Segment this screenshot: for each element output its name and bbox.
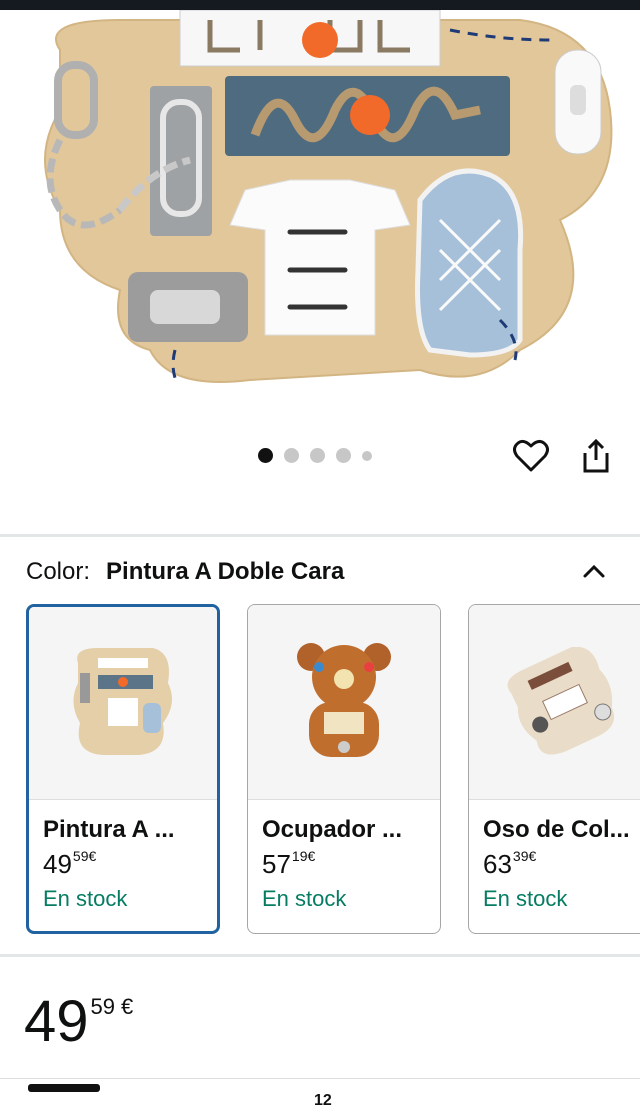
carousel-dot-4[interactable]: [336, 448, 351, 463]
variant-card[interactable]: Ocupador ... 5719€ En stock: [247, 604, 441, 934]
cart-count-badge[interactable]: 12: [314, 1092, 332, 1110]
variant-thumbnail: [469, 605, 640, 800]
share-icon[interactable]: [576, 436, 616, 476]
color-selector-header: Color: Pintura A Doble Cara: [26, 558, 344, 586]
variant-name: Oso de Col...: [483, 816, 630, 843]
heart-icon[interactable]: [511, 436, 551, 476]
variant-price: 5719€: [262, 848, 316, 879]
price-currency: €: [121, 994, 134, 1019]
variant-name: Pintura A ...: [43, 816, 175, 843]
product-main-image[interactable]: [0, 10, 640, 420]
variant-stock-status: En stock: [262, 886, 347, 911]
variant-name: Ocupador ...: [262, 816, 403, 843]
variant-card[interactable]: Pintura A ... 4959€ En stock: [26, 604, 220, 934]
section-divider: [0, 954, 640, 957]
carousel-dot-5[interactable]: [362, 450, 372, 461]
color-label: Color:: [26, 558, 91, 585]
chevron-up-icon[interactable]: [578, 556, 610, 588]
variant-price: 4959€: [43, 848, 97, 879]
carousel-dot-1[interactable]: [258, 448, 273, 463]
product-price: 49 59 €: [24, 988, 133, 1055]
carousel-dot-2[interactable]: [284, 448, 299, 463]
bottom-nav-indicator: [28, 1084, 100, 1092]
variant-stock-status: En stock: [483, 886, 568, 911]
variant-price: 6339€: [483, 848, 537, 879]
variant-thumbnail: [29, 607, 217, 800]
variant-thumbnail: [248, 605, 440, 800]
variant-card[interactable]: Oso de Col... 6339€ En stock: [468, 604, 640, 934]
busy-board-illustration: [44, 10, 613, 386]
variant-stock-status: En stock: [43, 886, 128, 911]
status-bar: [0, 0, 640, 10]
price-cents: 59: [90, 994, 115, 1019]
carousel-dot-3[interactable]: [310, 448, 325, 463]
image-carousel-dots[interactable]: [258, 448, 372, 463]
price-whole: 49: [24, 989, 89, 1054]
section-divider: [0, 534, 640, 537]
selected-color-name: Pintura A Doble Cara: [106, 558, 345, 585]
color-variants-list[interactable]: Pintura A ... 4959€ En stock Ocupador ..…: [26, 604, 640, 934]
